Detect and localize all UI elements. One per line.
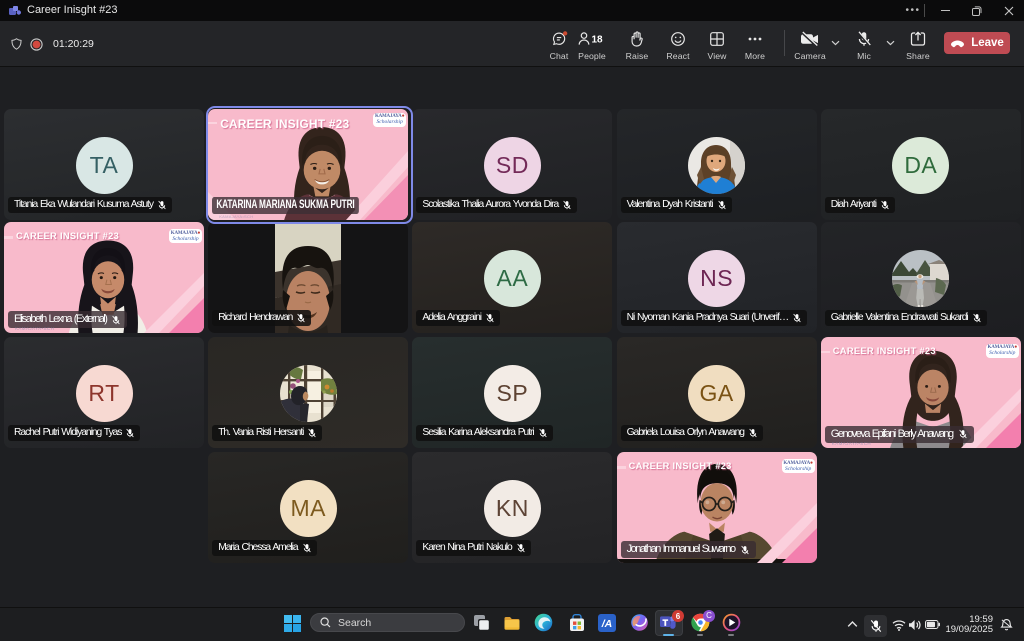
svg-text:/A: /A (601, 618, 613, 630)
svg-text:18: 18 (592, 35, 604, 46)
